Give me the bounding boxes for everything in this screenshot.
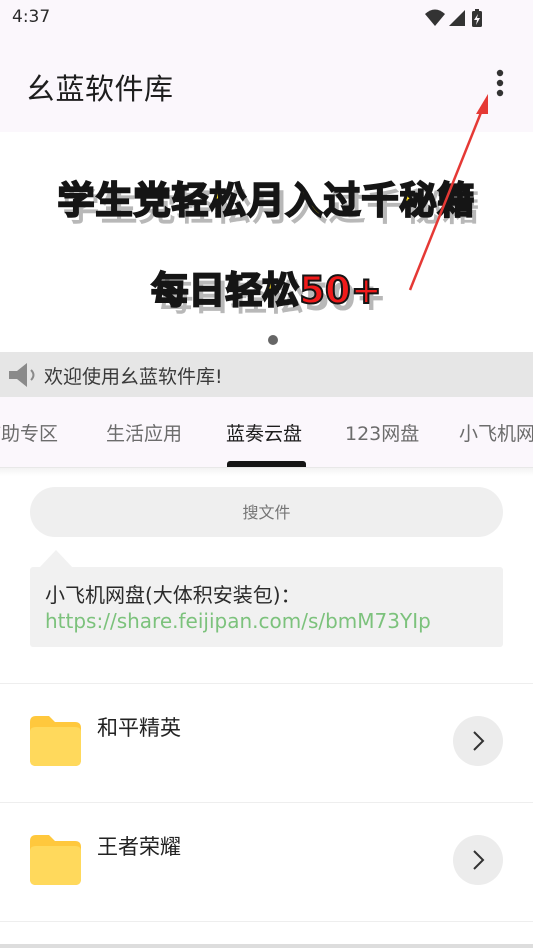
content-shadow (0, 468, 533, 476)
banner-subline-text: 每日轻松 (150, 268, 300, 313)
info-card-title: 小飞机网盘(大体积安装包)： (45, 583, 301, 607)
search-input[interactable] (30, 487, 503, 537)
tab-life-apps[interactable]: 生活应用 (106, 419, 182, 446)
more-vert-icon (496, 69, 504, 97)
tab-123-cloud[interactable]: 123网盘 (345, 419, 419, 446)
status-time: 4:37 (12, 7, 51, 27)
tab-lanzou-cloud[interactable]: 蓝奏云盘 (226, 419, 302, 446)
app-bar: 幺蓝软件库 (0, 36, 533, 132)
open-item-button[interactable] (453, 835, 503, 885)
more-options-button[interactable] (484, 66, 516, 100)
list-divider (0, 921, 533, 922)
banner-page-indicator (268, 335, 278, 345)
notice-text: 欢迎使用幺蓝软件库! (44, 366, 223, 388)
battery-charging-icon (472, 9, 482, 27)
chevron-right-icon (473, 850, 485, 870)
signal-icon (449, 10, 465, 26)
banner-subline-accent: 50+ (298, 268, 382, 313)
wifi-icon (425, 9, 445, 26)
info-card-link[interactable]: https://share.feijipan.com/s/bmM73YIp (45, 609, 431, 633)
folder-icon (30, 835, 81, 885)
tab-feiji-cloud[interactable]: 小飞机网盘 (459, 419, 533, 446)
category-tabs: 辅助专区 生活应用 蓝奏云盘 123网盘 小飞机网盘 (0, 397, 533, 467)
folder-icon (30, 716, 81, 766)
list-item[interactable]: 和平精英 (0, 684, 533, 802)
notice-bar: 欢迎使用幺蓝软件库! (0, 352, 533, 397)
promo-banner[interactable]: 学生党轻松月入过千秘籍 每日轻松50+ (0, 132, 533, 352)
info-card: 小飞机网盘(大体积安装包)： https://share.feijipan.co… (30, 567, 503, 647)
open-item-button[interactable] (453, 716, 503, 766)
banner-subline: 每日轻松50+ (0, 260, 533, 314)
banner-headline: 学生党轻松月入过千秘籍 (57, 178, 476, 223)
status-icons (425, 8, 495, 27)
tab-assist-zone[interactable]: 辅助专区 (0, 419, 58, 446)
speaker-icon (9, 363, 35, 387)
bottom-edge (0, 944, 533, 948)
app-title: 幺蓝软件库 (26, 72, 174, 106)
info-card-pointer (40, 550, 72, 567)
chevron-right-icon (473, 731, 485, 751)
list-item[interactable]: 王者荣耀 (0, 803, 533, 921)
item-label: 和平精英 (97, 716, 181, 740)
item-label: 王者荣耀 (97, 835, 181, 859)
status-bar: 4:37 (0, 0, 533, 36)
